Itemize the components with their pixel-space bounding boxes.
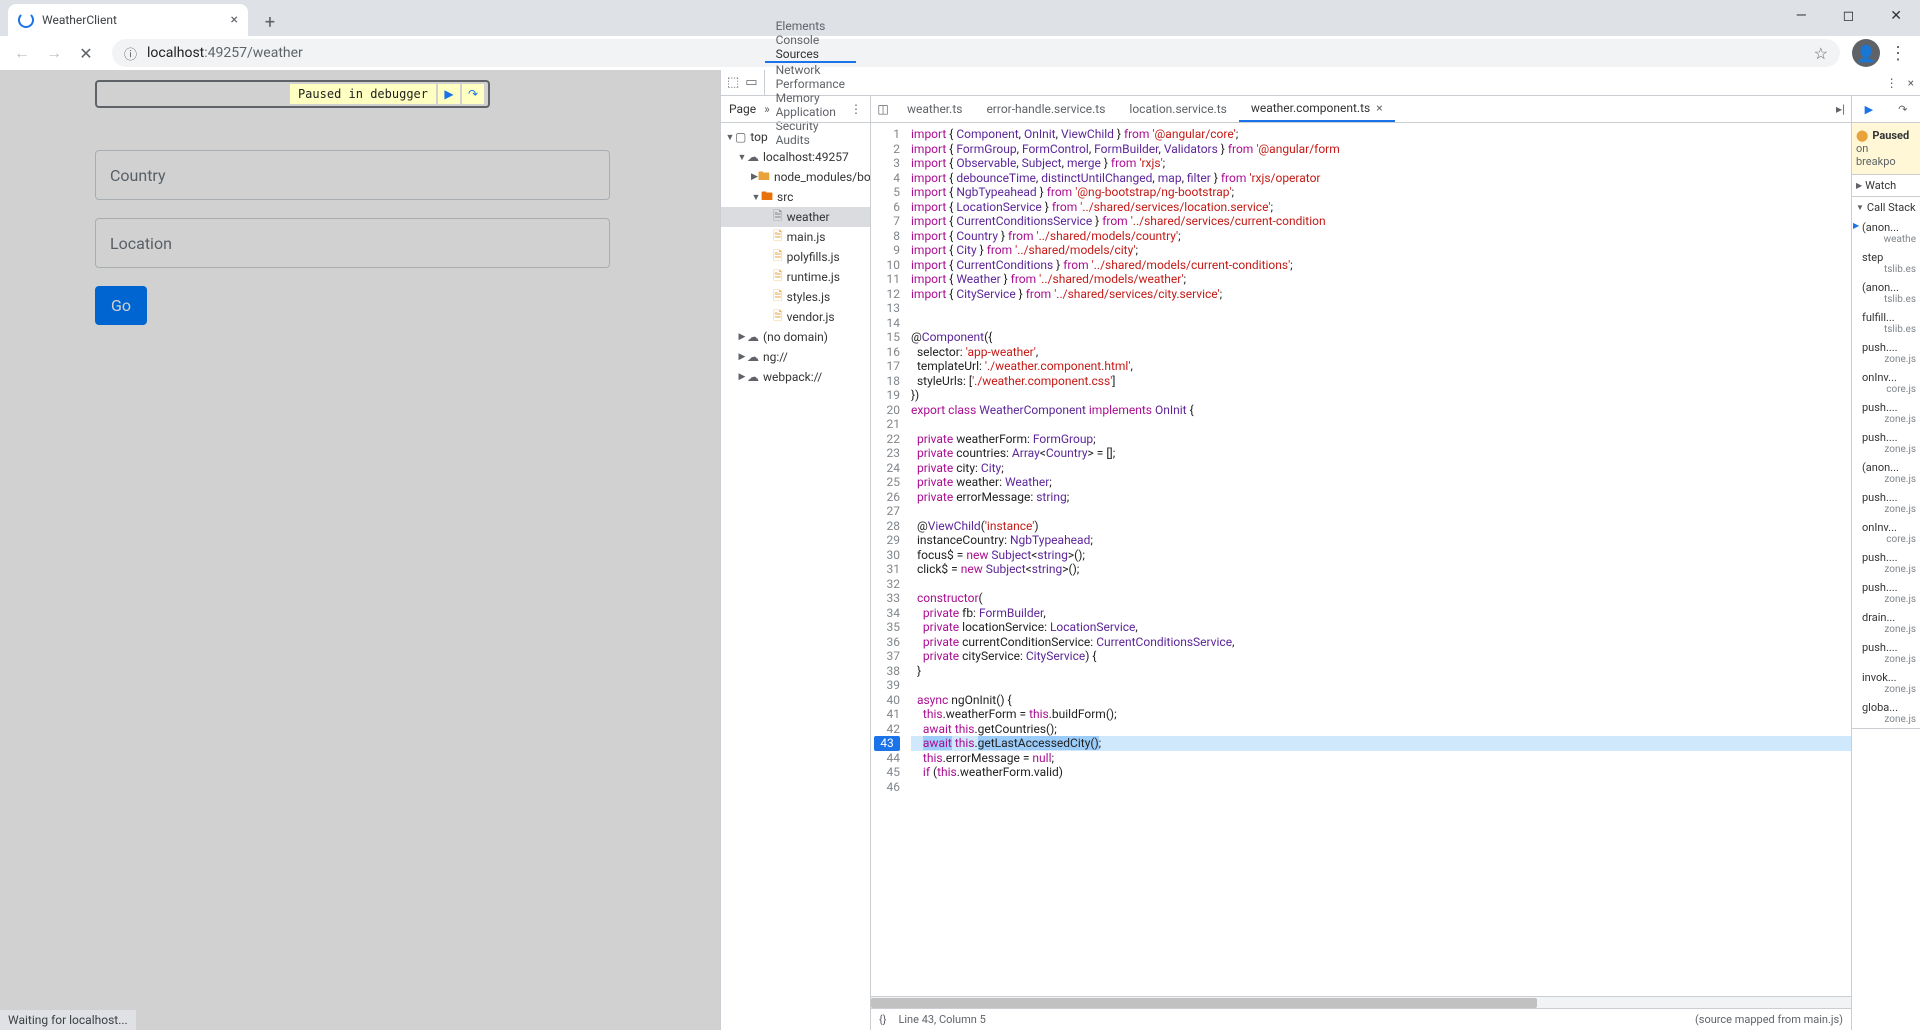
close-window-button[interactable]: ✕ [1882, 4, 1910, 28]
maximize-button[interactable]: ◻ [1835, 4, 1863, 28]
tree-file[interactable]: 🗎vendor.js [721, 307, 870, 327]
callstack-frame[interactable]: push....zone.js [1852, 578, 1920, 608]
browser-menu-button[interactable]: ⋮ [1884, 39, 1912, 67]
resume-button[interactable]: ▶ [1865, 103, 1873, 116]
tree-host[interactable]: ▼☁localhost:49257 [721, 147, 870, 167]
code-content[interactable]: import { Component, OnInit, ViewChild } … [905, 123, 1851, 996]
profile-button[interactable]: 👤 [1852, 39, 1880, 67]
editor-nav-icon[interactable]: ◫ [871, 102, 895, 116]
tree-top[interactable]: ▼▢top [721, 127, 870, 147]
page-viewport: Paused in debugger ▶ ↷ Country Location … [0, 70, 720, 1030]
tree-file[interactable]: 🗎styles.js [721, 287, 870, 307]
step-over-button[interactable]: ↷ [1898, 103, 1907, 116]
navigator-menu-icon[interactable]: ⋮ [850, 102, 862, 116]
devtools-tab-performance[interactable]: Performance [765, 77, 856, 91]
tree-node-modules[interactable]: ▶🖿node_modules/bo [721, 167, 870, 187]
callstack-frame[interactable]: fulfill...tslib.es [1852, 308, 1920, 338]
pretty-print-icon[interactable]: {} [879, 1013, 886, 1026]
url-port: :49257 [204, 45, 247, 61]
devtools-tab-elements[interactable]: Elements [765, 19, 856, 33]
editor-tab[interactable]: error-handle.service.ts [974, 96, 1117, 122]
device-toolbar-icon[interactable]: ▭ [745, 75, 757, 90]
overlay-step-button[interactable]: ↷ [462, 84, 484, 104]
close-tab-icon[interactable]: × [1376, 101, 1382, 115]
callstack-frame[interactable]: onInv...core.js [1852, 368, 1920, 398]
page-status-bar: Waiting for localhost... [0, 1010, 136, 1030]
callstack-frame[interactable]: globa...zone.js [1852, 698, 1920, 728]
callstack-frame[interactable]: (anon...zone.js [1852, 458, 1920, 488]
inspect-element-icon[interactable]: ⬚ [727, 75, 739, 90]
callstack-frame[interactable]: drain...zone.js [1852, 608, 1920, 638]
page-dim-overlay [0, 70, 720, 1030]
callstack-frame[interactable]: (anon...tslib.es [1852, 278, 1920, 308]
debugger-sidebar: ▶ ↷ ⬤ Paused on breakpo ▶Watch ▼Call Sta… [1852, 96, 1920, 1030]
tree-ng[interactable]: ▶☁ng:// [721, 347, 870, 367]
overlay-resume-button[interactable]: ▶ [438, 84, 460, 104]
debugger-paused-overlay: Paused in debugger ▶ ↷ [95, 80, 490, 108]
stop-reload-button[interactable]: ✕ [72, 39, 100, 67]
devtools-tab-network[interactable]: Network [765, 63, 856, 77]
tree-file[interactable]: 🗎polyfills.js [721, 247, 870, 267]
browser-tab[interactable]: WeatherClient × [8, 4, 248, 36]
callstack-frame[interactable]: push....zone.js [1852, 488, 1920, 518]
editor-tab[interactable]: location.service.ts [1117, 96, 1238, 122]
forward-button[interactable]: → [40, 39, 68, 67]
callstack-frame[interactable]: push....zone.js [1852, 548, 1920, 578]
devtools-settings-icon[interactable]: ⋮ [1886, 76, 1898, 90]
callstack-frame[interactable]: steptslib.es [1852, 248, 1920, 278]
navigator-more-tabs[interactable]: » [764, 102, 770, 116]
back-button[interactable]: ← [8, 39, 36, 67]
url-path: /weather [247, 45, 303, 61]
tree-file[interactable]: 🗎runtime.js [721, 267, 870, 287]
editor-more-icon[interactable]: ▸| [1830, 102, 1851, 116]
editor-tab[interactable]: weather.component.ts× [1239, 96, 1395, 122]
site-info-icon[interactable]: ⓘ [124, 44, 137, 63]
devtools-close-icon[interactable]: × [1908, 76, 1914, 90]
address-bar[interactable]: ⓘ localhost:49257/weather ☆ [112, 39, 1840, 67]
paused-banner: ⬤ Paused on breakpo [1852, 123, 1920, 175]
sources-navigator: Page » ⋮ ▼▢top ▼☁localhost:49257 ▶🖿node_… [721, 96, 871, 1030]
paused-label: Paused in debugger [290, 84, 436, 104]
callstack-section-header[interactable]: ▼Call Stack [1852, 197, 1920, 218]
callstack-frame[interactable]: (anon...weathe [1852, 218, 1920, 248]
callstack-frame[interactable]: push....zone.js [1852, 638, 1920, 668]
tree-file[interactable]: 🗎main.js [721, 227, 870, 247]
url-host: localhost [147, 45, 204, 61]
loading-spinner-icon [18, 12, 34, 28]
close-tab-icon[interactable]: × [231, 12, 238, 28]
tree-webpack[interactable]: ▶☁webpack:// [721, 367, 870, 387]
tree-no-domain[interactable]: ▶☁(no domain) [721, 327, 870, 347]
bookmark-star-icon[interactable]: ☆ [1814, 44, 1828, 63]
source-editor: ◫ weather.tserror-handle.service.tslocat… [871, 96, 1852, 1030]
cursor-position: Line 43, Column 5 [898, 1013, 985, 1026]
devtools-panel: ⬚ ▭ ElementsConsoleSourcesNetworkPerform… [720, 70, 1920, 1030]
source-map-indicator: (source mapped from main.js) [1695, 1013, 1843, 1026]
minimize-button[interactable]: — [1788, 4, 1815, 28]
navigator-tab-page[interactable]: Page [729, 102, 756, 116]
callstack-frame[interactable]: onInv...core.js [1852, 518, 1920, 548]
callstack-frame[interactable]: push....zone.js [1852, 338, 1920, 368]
new-tab-button[interactable]: + [256, 8, 284, 36]
callstack-frame[interactable]: invok...zone.js [1852, 668, 1920, 698]
devtools-tab-sources[interactable]: Sources [765, 47, 856, 63]
editor-tab[interactable]: weather.ts [895, 96, 974, 122]
warning-icon: ⬤ [1856, 129, 1868, 142]
line-gutter[interactable]: 1234567891011121314151617181920212223242… [871, 123, 905, 996]
tree-file-weather[interactable]: 🗎weather [721, 207, 870, 227]
tab-title: WeatherClient [42, 13, 117, 27]
tree-src[interactable]: ▼🖿src [721, 187, 870, 207]
horizontal-scrollbar[interactable] [871, 996, 1851, 1008]
watch-section-header[interactable]: ▶Watch [1852, 175, 1920, 196]
callstack-frame[interactable]: push....zone.js [1852, 398, 1920, 428]
callstack-frame[interactable]: push....zone.js [1852, 428, 1920, 458]
devtools-tab-console[interactable]: Console [765, 33, 856, 47]
